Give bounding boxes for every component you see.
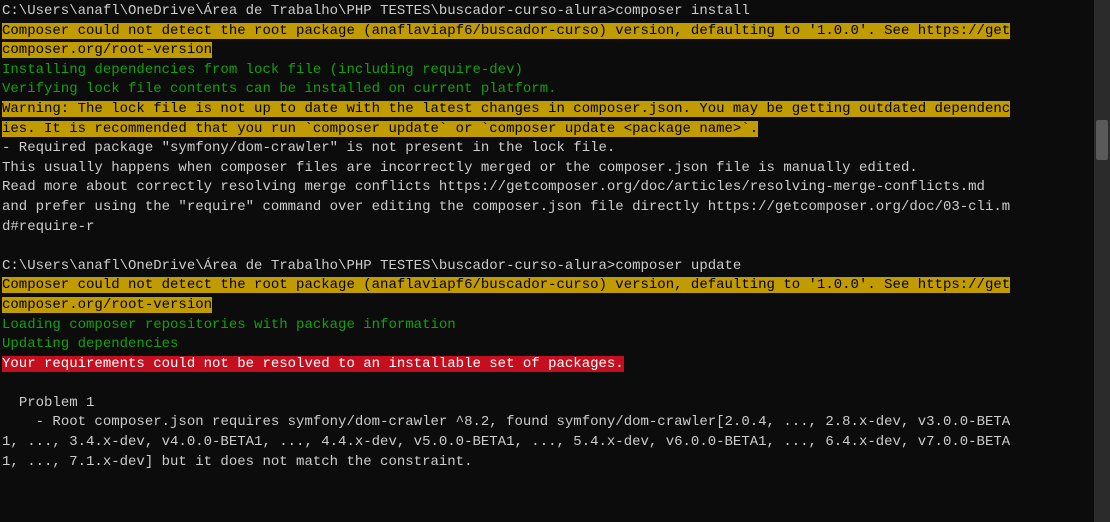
terminal-line: Installing dependencies from lock file (… [2, 61, 1092, 81]
terminal-line: composer.org/root-version [2, 41, 1092, 61]
terminal-text-segment [2, 375, 10, 391]
terminal-line: Warning: The lock file is not up to date… [2, 100, 1092, 120]
terminal-text-segment: Problem 1 [2, 395, 94, 411]
terminal-line [2, 237, 1092, 257]
terminal-text-segment: d#require-r [2, 219, 94, 235]
terminal-line: C:\Users\anafl\OneDrive\Área de Trabalho… [2, 257, 1092, 277]
terminal-text-segment: Composer could not detect the root packa… [2, 23, 1010, 39]
terminal-text-segment: and prefer using the "require" command o… [2, 199, 1010, 215]
terminal-text-segment: Updating dependencies [2, 336, 178, 352]
terminal-text-segment: This usually happens when composer files… [2, 160, 918, 176]
terminal-text-segment: - Required package "symfony/dom-crawler"… [2, 140, 615, 156]
scrollbar-thumb[interactable] [1096, 120, 1108, 160]
terminal-line: Verifying lock file contents can be inst… [2, 80, 1092, 100]
terminal-line: Loading composer repositories with packa… [2, 316, 1092, 336]
vertical-scrollbar[interactable] [1094, 0, 1110, 522]
terminal-line: Composer could not detect the root packa… [2, 22, 1092, 42]
terminal-text-segment: Installing dependencies from lock file (… [2, 62, 523, 78]
terminal-text-segment [2, 238, 10, 254]
terminal-line: and prefer using the "require" command o… [2, 198, 1092, 218]
terminal-output[interactable]: C:\Users\anafl\OneDrive\Área de Trabalho… [0, 2, 1110, 472]
terminal-text-segment: Your requirements could not be resolved … [2, 356, 624, 372]
terminal-line: 1, ..., 7.1.x-dev] but it does not match… [2, 453, 1092, 473]
terminal-text-segment: - Root composer.json requires symfony/do… [2, 414, 1010, 430]
terminal-line: Composer could not detect the root packa… [2, 276, 1092, 296]
terminal-line: d#require-r [2, 218, 1092, 238]
terminal-text-segment: composer update [615, 258, 741, 274]
terminal-text-segment: ies. It is recommended that you run `com… [2, 121, 758, 137]
terminal-line: C:\Users\anafl\OneDrive\Área de Trabalho… [2, 2, 1092, 22]
terminal-text-segment: Verifying lock file contents can be inst… [2, 81, 557, 97]
terminal-line: Updating dependencies [2, 335, 1092, 355]
terminal-text-segment: composer.org/root-version [2, 297, 212, 313]
terminal-line: composer.org/root-version [2, 296, 1092, 316]
terminal-text-segment: 1, ..., 3.4.x-dev, v4.0.0-BETA1, ..., 4.… [2, 434, 1010, 450]
terminal-text-segment: Read more about correctly resolving merg… [2, 179, 985, 195]
terminal-text-segment: composer.org/root-version [2, 42, 212, 58]
terminal-text-segment: 1, ..., 7.1.x-dev] but it does not match… [2, 454, 472, 470]
terminal-text-segment: C:\Users\anafl\OneDrive\Área de Trabalho… [2, 258, 615, 274]
terminal-text-segment: Composer could not detect the root packa… [2, 277, 1010, 293]
terminal-text-segment: composer install [615, 3, 749, 19]
terminal-line: This usually happens when composer files… [2, 159, 1092, 179]
terminal-text-segment: Warning: The lock file is not up to date… [2, 101, 1010, 117]
terminal-line [2, 374, 1092, 394]
terminal-line: - Root composer.json requires symfony/do… [2, 413, 1092, 433]
terminal-line: - Required package "symfony/dom-crawler"… [2, 139, 1092, 159]
terminal-line: 1, ..., 3.4.x-dev, v4.0.0-BETA1, ..., 4.… [2, 433, 1092, 453]
terminal-line: ies. It is recommended that you run `com… [2, 120, 1092, 140]
terminal-line: Read more about correctly resolving merg… [2, 178, 1092, 198]
terminal-line: Your requirements could not be resolved … [2, 355, 1092, 375]
terminal-text-segment: C:\Users\anafl\OneDrive\Área de Trabalho… [2, 3, 615, 19]
terminal-text-segment: Loading composer repositories with packa… [2, 317, 456, 333]
terminal-line: Problem 1 [2, 394, 1092, 414]
